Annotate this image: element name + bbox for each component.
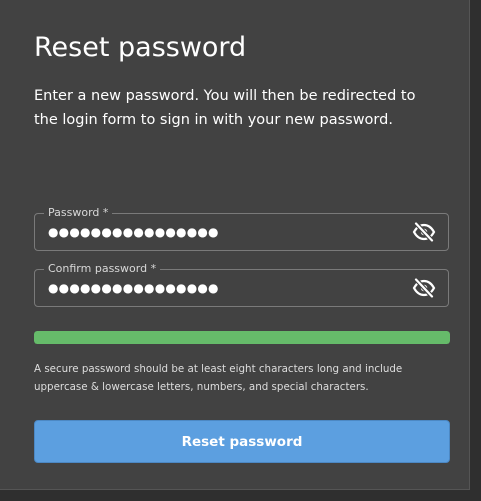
password-hint: A secure password should be at least eig… (34, 363, 403, 393)
page-title: Reset password (34, 32, 247, 63)
page-subtitle: Enter a new password. You will then be r… (34, 88, 416, 128)
confirm-password-field[interactable]: Confirm password * ●●●●●●●●●●●●●●●● (34, 262, 449, 307)
password-field[interactable]: Password * ●●●●●●●●●●●●●●●● (34, 206, 449, 251)
confirm-password-field-label: Confirm password * (44, 262, 161, 276)
eye-off-icon[interactable] (412, 277, 436, 299)
password-strength-fill (34, 331, 450, 344)
password-field-label: Password * (44, 206, 113, 220)
reset-password-card: Reset password Enter a new password. You… (0, 0, 470, 490)
password-field-value[interactable]: ●●●●●●●●●●●●●●●● (48, 224, 219, 240)
reset-password-button[interactable]: Reset password (34, 420, 450, 463)
password-strength-bar (34, 331, 450, 344)
confirm-password-field-value[interactable]: ●●●●●●●●●●●●●●●● (48, 280, 219, 296)
eye-off-icon[interactable] (412, 221, 436, 243)
